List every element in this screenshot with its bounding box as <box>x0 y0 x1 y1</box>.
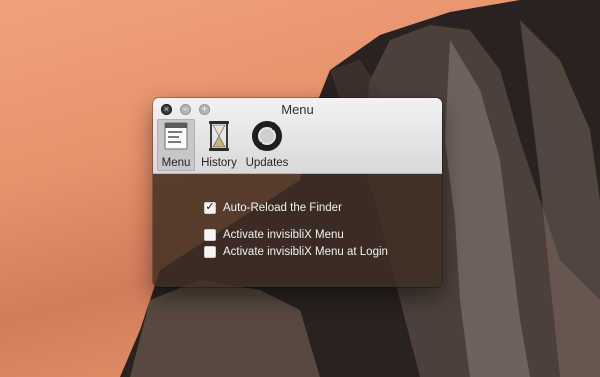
tab-history-label: History <box>201 157 237 169</box>
refresh-icon <box>252 121 282 151</box>
activate-at-login-label: Activate invisibliX Menu at Login <box>223 246 388 258</box>
option-activate-menu-login[interactable]: Activate invisibliX Menu at Login <box>204 246 388 258</box>
activate-at-login-checkbox[interactable] <box>204 246 216 258</box>
tab-updates[interactable]: Updates <box>242 119 292 171</box>
activate-menu-checkbox[interactable] <box>204 229 216 241</box>
tab-menu[interactable]: Menu <box>157 119 195 171</box>
preferences-window: × − + Menu Menu History Updates ✓ Auto-R… <box>153 98 442 287</box>
hourglass-icon <box>209 121 229 151</box>
auto-reload-checkbox[interactable]: ✓ <box>204 202 216 214</box>
window-toolbar: × − + Menu Menu History Updates <box>153 98 442 174</box>
activate-menu-label: Activate invisibliX Menu <box>223 229 344 241</box>
tab-updates-label: Updates <box>245 157 289 169</box>
tab-menu-label: Menu <box>161 157 191 169</box>
option-auto-reload-finder[interactable]: ✓ Auto-Reload the Finder <box>204 202 342 214</box>
preferences-panel: ✓ Auto-Reload the Finder Activate invisi… <box>153 174 442 287</box>
auto-reload-label: Auto-Reload the Finder <box>223 202 342 214</box>
option-activate-menu[interactable]: Activate invisibliX Menu <box>204 229 344 241</box>
menu-list-icon <box>164 122 188 150</box>
window-title: Menu <box>281 102 314 117</box>
tab-history[interactable]: History <box>199 119 239 171</box>
